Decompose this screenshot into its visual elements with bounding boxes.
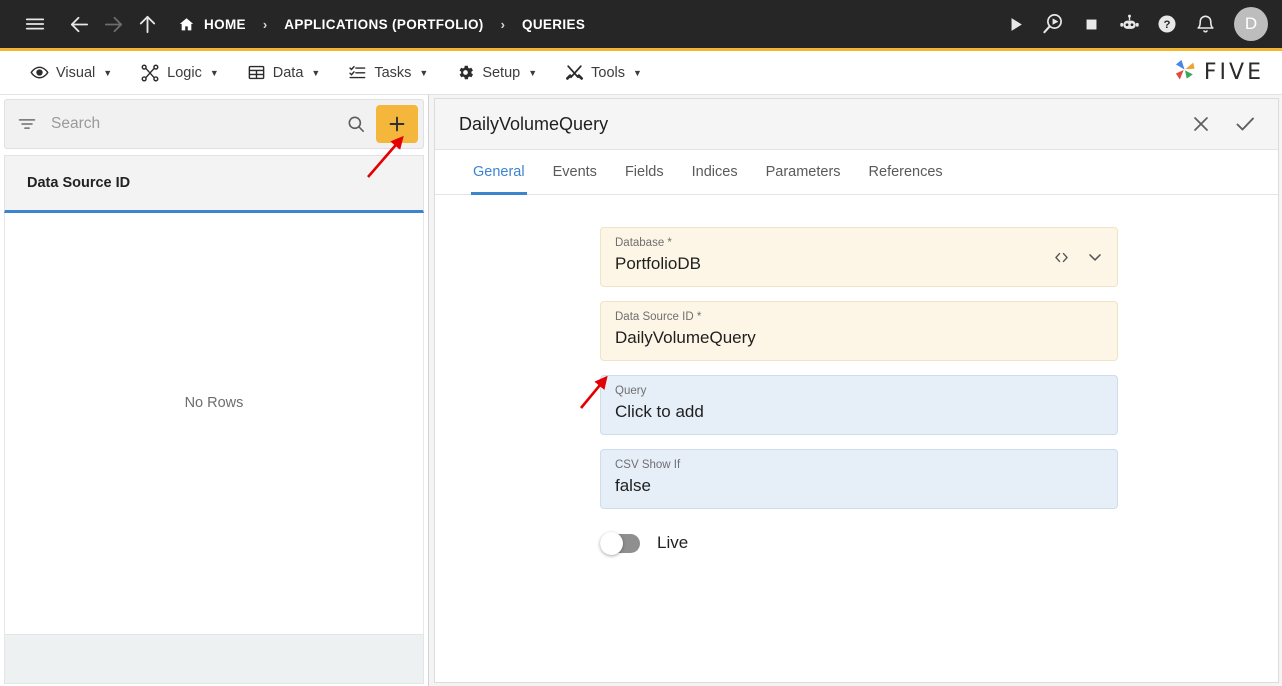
menu-item-data[interactable]: Data ▼ <box>233 51 335 95</box>
field-csv-show-if[interactable]: CSV Show If false <box>600 449 1118 509</box>
five-pinwheel-icon <box>1172 57 1198 88</box>
menu-item-logic[interactable]: Logic ▼ <box>126 51 233 95</box>
field-database[interactable]: Database * PortfolioDB <box>600 227 1118 287</box>
brand-text: FIVE <box>1203 60 1264 85</box>
field-label: Data Source ID * <box>615 311 702 323</box>
chevron-down-icon: ▼ <box>419 67 429 78</box>
field-label: Database * <box>615 237 672 249</box>
field-label: CSV Show If <box>615 459 681 471</box>
main-body: Data Source ID No Rows DailyVolumeQuery <box>0 95 1282 686</box>
toggle-knob <box>600 531 623 555</box>
live-toggle-label: Live <box>657 533 689 552</box>
app-window: HOME › APPLICATIONS (PORTFOLIO) › QUERIE… <box>0 0 1282 686</box>
chevron-down-icon: ▼ <box>209 67 219 78</box>
menu-item-visual[interactable]: Visual ▼ <box>16 51 126 95</box>
detail-header: DailyVolumeQuery <box>435 99 1278 150</box>
field-value: false <box>615 476 651 495</box>
tab-events[interactable]: Events <box>539 150 611 194</box>
search-icon[interactable] <box>336 114 376 134</box>
filter-icon[interactable] <box>17 114 37 134</box>
menu-item-label: Data <box>272 64 304 81</box>
chevron-down-icon: ▼ <box>633 67 642 78</box>
breadcrumb-label: HOME <box>204 16 246 32</box>
chevron-down-icon: ▼ <box>311 67 321 78</box>
field-value: DailyVolumeQuery <box>615 328 756 347</box>
field-label: Query <box>615 385 647 397</box>
back-arrow-icon[interactable] <box>62 7 96 41</box>
breadcrumb-item-queries[interactable]: QUERIES <box>522 17 585 32</box>
chevron-down-icon: ▼ <box>528 67 538 78</box>
search-input[interactable] <box>37 115 336 133</box>
stop-icon[interactable] <box>1074 7 1108 41</box>
gear-icon <box>456 63 475 82</box>
menu-item-tools[interactable]: Tools ▼ <box>551 51 656 95</box>
help-icon[interactable]: ? <box>1150 7 1184 41</box>
application-menu-bar: Visual ▼ Logic ▼ Data ▼ Tasks ▼ Setup ▼ … <box>0 51 1282 95</box>
general-form: Database * PortfolioDB Data Source ID * … <box>435 195 1278 682</box>
data-source-list: No Rows <box>4 213 424 634</box>
breadcrumb-item-home[interactable]: HOME <box>178 16 246 33</box>
menu-item-label: Visual <box>56 64 96 81</box>
brand-logo: FIVE <box>1172 57 1264 88</box>
home-icon <box>178 16 195 33</box>
menu-item-setup[interactable]: Setup ▼ <box>442 51 551 95</box>
detail-panel: DailyVolumeQuery General Events Fields I… <box>434 98 1279 683</box>
debug-icon[interactable] <box>1036 7 1070 41</box>
menu-item-label: Tools <box>591 64 625 81</box>
chatbot-icon[interactable] <box>1112 7 1146 41</box>
field-query[interactable]: Query Click to add <box>600 375 1118 435</box>
topbar-actions: ? D <box>998 7 1268 41</box>
menu-item-label: Tasks <box>374 64 412 81</box>
detail-tabs: General Events Fields Indices Parameters… <box>435 150 1278 195</box>
tools-icon <box>565 63 584 82</box>
tab-fields[interactable]: Fields <box>611 150 678 194</box>
breadcrumb-label: QUERIES <box>521 16 586 32</box>
detail-header-actions <box>1186 109 1260 139</box>
notifications-bell-icon[interactable] <box>1188 7 1222 41</box>
tab-parameters[interactable]: Parameters <box>752 150 855 194</box>
live-toggle-row: Live <box>600 531 1278 555</box>
list-column-header-data-source-id[interactable]: Data Source ID <box>4 155 424 213</box>
field-value: Click to add <box>615 402 704 421</box>
menu-item-label: Setup <box>482 64 521 81</box>
live-toggle[interactable] <box>600 531 640 555</box>
sidebar-footer <box>4 634 424 684</box>
sidebar-panel: Data Source ID No Rows <box>0 95 429 686</box>
empty-state-message: No Rows <box>184 395 244 411</box>
forward-arrow-icon[interactable] <box>96 7 130 41</box>
field-data-source-id[interactable]: Data Source ID * DailyVolumeQuery <box>600 301 1118 361</box>
menu-item-label: Logic <box>167 64 202 81</box>
avatar[interactable]: D <box>1234 7 1268 41</box>
confirm-check-icon[interactable] <box>1230 109 1260 139</box>
tab-general[interactable]: General <box>459 150 539 195</box>
task-list-icon <box>348 63 367 82</box>
field-value: PortfolioDB <box>615 254 701 273</box>
code-icon[interactable] <box>1052 248 1071 267</box>
close-icon[interactable] <box>1186 109 1216 139</box>
breadcrumb-separator: › <box>262 16 268 32</box>
tab-references[interactable]: References <box>855 150 957 194</box>
up-arrow-icon[interactable] <box>130 7 164 41</box>
logic-graph-icon <box>140 63 160 83</box>
menu-item-tasks[interactable]: Tasks ▼ <box>334 51 442 95</box>
chevron-down-icon[interactable] <box>1085 247 1105 267</box>
breadcrumb: HOME › APPLICATIONS (PORTFOLIO) › QUERIE… <box>178 16 585 33</box>
breadcrumb-label: APPLICATIONS (PORTFOLIO) <box>284 16 484 32</box>
breadcrumb-item-applications[interactable]: APPLICATIONS (PORTFOLIO) <box>284 17 483 32</box>
svg-text:?: ? <box>1164 19 1171 31</box>
table-grid-icon <box>247 63 266 82</box>
page-title: DailyVolumeQuery <box>459 113 609 134</box>
chevron-down-icon: ▼ <box>103 67 113 78</box>
breadcrumb-separator: › <box>500 16 505 32</box>
run-icon[interactable] <box>998 7 1032 41</box>
search-bar <box>4 99 424 149</box>
eye-icon <box>30 63 49 82</box>
tab-indices[interactable]: Indices <box>678 150 752 194</box>
top-navigation-bar: HOME › APPLICATIONS (PORTFOLIO) › QUERIE… <box>0 0 1282 51</box>
add-data-source-button[interactable] <box>376 105 418 143</box>
field-actions <box>1052 247 1105 267</box>
hamburger-menu-icon[interactable] <box>18 7 52 41</box>
